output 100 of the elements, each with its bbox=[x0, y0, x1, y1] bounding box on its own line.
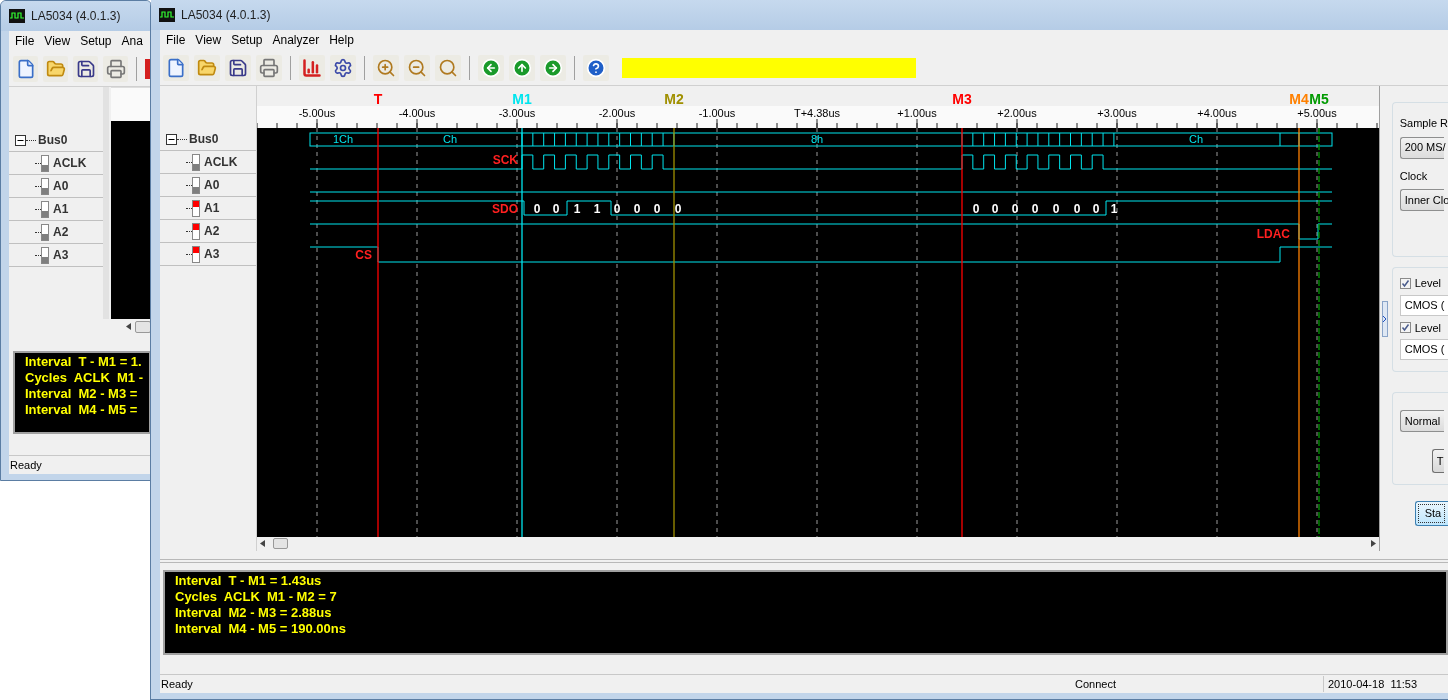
zoom-button[interactable] bbox=[435, 54, 461, 81]
level-field[interactable]: CMOS ( bbox=[1399, 339, 1448, 360]
forward-button[interactable] bbox=[540, 54, 566, 81]
print-button[interactable] bbox=[256, 54, 282, 81]
back-button[interactable] bbox=[478, 54, 504, 81]
menu-item[interactable]: View bbox=[190, 31, 227, 49]
level-field[interactable]: CMOS ( bbox=[1399, 294, 1448, 316]
new-button[interactable] bbox=[163, 54, 189, 81]
folder-icon bbox=[197, 57, 217, 78]
settings-button[interactable] bbox=[330, 54, 356, 81]
bit-value: 1 bbox=[573, 202, 581, 216]
measurement-text: Interval M4 - M5 = 190.00ns bbox=[175, 621, 347, 637]
menu-item[interactable]: View bbox=[39, 32, 76, 50]
expander-icon[interactable] bbox=[166, 133, 177, 145]
tick-label: -2.00us bbox=[598, 107, 636, 119]
tick-label: +2.00us bbox=[997, 107, 1037, 119]
settings-icon bbox=[333, 57, 353, 78]
signal-label: LDAC bbox=[1256, 227, 1290, 241]
marker-label: M5 bbox=[1309, 91, 1329, 107]
status-text: Ready bbox=[160, 676, 194, 692]
menu-item[interactable]: Ana bbox=[116, 32, 148, 50]
channel-name: A3 bbox=[53, 247, 69, 264]
bit-value: 0 bbox=[613, 202, 621, 216]
scrollbar-thumb[interactable] bbox=[272, 538, 288, 549]
help-button[interactable] bbox=[583, 54, 609, 81]
tick-label: -1.00us bbox=[698, 107, 736, 119]
checkbox[interactable] bbox=[1399, 277, 1411, 289]
bus-value: 1Ch bbox=[332, 133, 353, 145]
marker-label: M4 bbox=[1289, 91, 1309, 107]
signal-label: CS bbox=[355, 248, 372, 262]
measurement-text: Interval M2 - M3 = bbox=[25, 386, 139, 402]
bit-value: 0 bbox=[533, 202, 541, 216]
channel-name: ACLK bbox=[53, 155, 87, 172]
scroll-left-icon[interactable] bbox=[259, 540, 265, 547]
bit-value: 0 bbox=[1031, 202, 1039, 216]
connection-status: Connect bbox=[1075, 676, 1117, 692]
bit-value: 0 bbox=[1011, 202, 1019, 216]
tick-label: +4.00us bbox=[1197, 107, 1237, 119]
document-icon bbox=[166, 57, 186, 78]
folder-icon bbox=[45, 58, 66, 79]
trigger-button[interactable]: T bbox=[1431, 449, 1444, 473]
bit-value: 0 bbox=[972, 202, 980, 216]
floppy-icon bbox=[75, 58, 96, 79]
bus-value: Ch bbox=[1188, 133, 1203, 145]
bit-value: 0 bbox=[653, 202, 661, 216]
checkbox-label: Level bbox=[1414, 276, 1441, 291]
help-icon bbox=[586, 57, 606, 78]
scrollbar-thumb[interactable] bbox=[135, 320, 151, 333]
marker-label: M2 bbox=[664, 91, 684, 107]
start-button[interactable]: Sta bbox=[1414, 501, 1448, 526]
window-title: LA5034 (4.0.1.3) bbox=[31, 8, 121, 25]
tick-label: -4.00us bbox=[398, 107, 436, 119]
marker-label: M3 bbox=[952, 91, 972, 107]
open-button[interactable] bbox=[194, 54, 220, 81]
collapse-handle[interactable] bbox=[1381, 300, 1388, 337]
bus-value: Ch bbox=[442, 133, 457, 145]
menu-item[interactable]: Help bbox=[324, 31, 359, 49]
magnifier-icon bbox=[438, 57, 458, 78]
tick-label: +3.00us bbox=[1097, 107, 1137, 119]
save-button[interactable] bbox=[225, 54, 251, 81]
bit-value: 0 bbox=[1052, 202, 1060, 216]
dropdown[interactable]: 200 MS/ bbox=[1399, 136, 1444, 159]
expander-icon[interactable] bbox=[15, 134, 26, 146]
app-icon bbox=[159, 8, 175, 22]
tick-label: -5.00us bbox=[298, 107, 336, 119]
chart-button[interactable] bbox=[299, 54, 325, 81]
bit-value: 0 bbox=[1092, 202, 1100, 216]
bit-value: 0 bbox=[1073, 202, 1081, 216]
bit-value: 0 bbox=[674, 202, 682, 216]
channel-name: A2 bbox=[204, 223, 220, 240]
field-label: Sample R bbox=[1399, 116, 1448, 131]
measurement-text: Cycles ACLK M1 - bbox=[25, 370, 144, 386]
checkbox[interactable] bbox=[1399, 322, 1411, 334]
menu-item[interactable]: Setup bbox=[75, 32, 117, 50]
zoom-out-button[interactable] bbox=[404, 54, 430, 81]
tick-label: -3.00us bbox=[498, 107, 536, 119]
new-button[interactable] bbox=[13, 55, 39, 82]
scroll-left-icon[interactable] bbox=[126, 323, 131, 330]
menu-item[interactable]: File bbox=[161, 31, 191, 49]
bar-chart-icon bbox=[302, 57, 322, 78]
marker-label: M1 bbox=[512, 91, 532, 107]
bit-value: 0 bbox=[633, 202, 641, 216]
scroll-right-icon[interactable] bbox=[1370, 540, 1376, 547]
bit-value: 1 bbox=[593, 202, 601, 216]
measurement-text: Interval M2 - M3 = 2.88us bbox=[175, 605, 333, 621]
menu-item[interactable]: Setup bbox=[226, 31, 268, 49]
bit-value: 0 bbox=[991, 202, 999, 216]
menu-item[interactable]: File bbox=[10, 32, 40, 50]
bus-name: Bus0 bbox=[38, 132, 68, 149]
measurement-text: Interval M4 - M5 = bbox=[25, 402, 139, 418]
save-button[interactable] bbox=[73, 55, 99, 82]
menu-item[interactable]: Analyzer bbox=[267, 31, 325, 49]
zoom-out-icon bbox=[407, 57, 427, 78]
zoom-in-button[interactable] bbox=[373, 54, 399, 81]
tick-label: +5.00us bbox=[1297, 107, 1337, 119]
print-button[interactable] bbox=[103, 55, 129, 82]
channel-name: A0 bbox=[204, 177, 220, 194]
up-button[interactable] bbox=[509, 54, 535, 81]
window-title: LA5034 (4.0.1.3) bbox=[181, 7, 271, 24]
dropdown[interactable]: Normal bbox=[1399, 410, 1444, 432]
